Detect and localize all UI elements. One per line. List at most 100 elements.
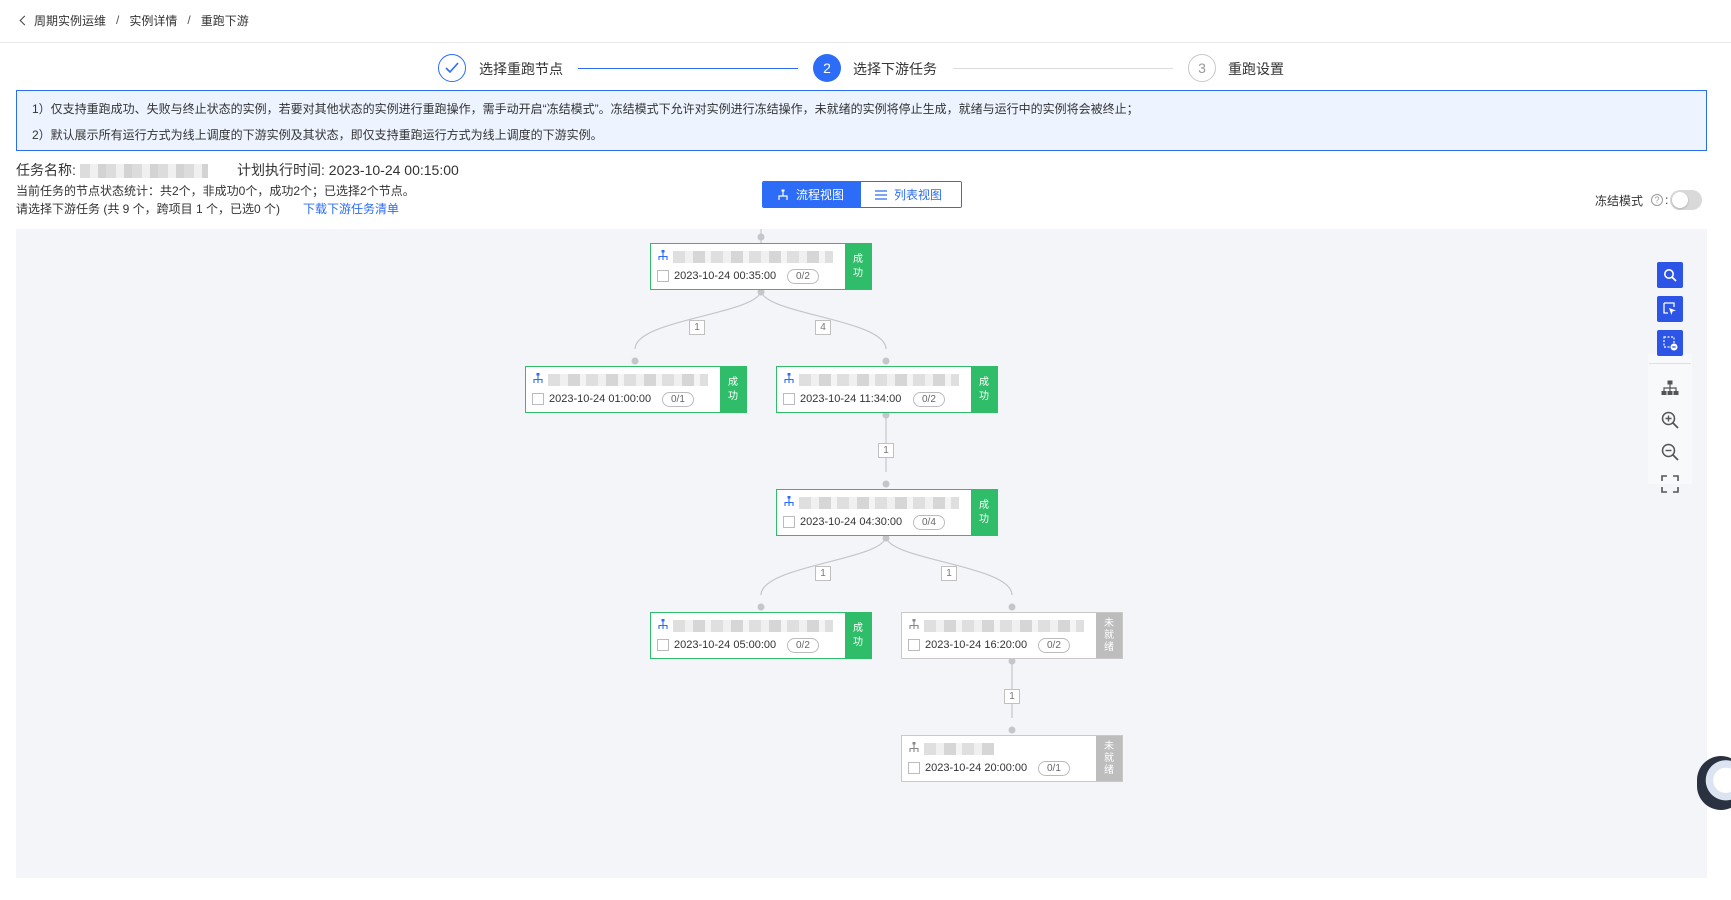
- notice-line-2: 2）默认展示所有运行方式为线上调度的下游实例及其状态，即仅支持重跑运行方式为线上…: [32, 128, 603, 142]
- node-time: 2023-10-24 05:00:00: [674, 639, 777, 651]
- assistant-robot-icon[interactable]: [1697, 756, 1731, 810]
- step-connector-1: [578, 68, 798, 69]
- flow-canvas[interactable]: 1 4 1 1 1 1 2023-10-24 00:35:00 0/2 成功 2…: [16, 229, 1707, 878]
- node-count-badge: 0/2: [913, 392, 945, 407]
- breadcrumb-item-cycle-ops[interactable]: 周期实例运维: [34, 12, 106, 29]
- node-checkbox[interactable]: [657, 639, 669, 651]
- zoom-in-icon[interactable]: [1657, 407, 1683, 433]
- task-tree-icon: [784, 496, 794, 506]
- node-time: 2023-10-24 16:20:00: [925, 639, 1028, 651]
- breadcrumb-item-instance-detail[interactable]: 实例详情: [129, 12, 177, 29]
- toolbar-divider: [1649, 363, 1691, 364]
- task-tree-icon: [909, 742, 919, 752]
- node-count-badge: 0/2: [787, 638, 819, 653]
- freeze-mode: 冻结模式 ?:: [1595, 190, 1703, 210]
- breadcrumb: 周期实例运维 / 实例详情 / 重跑下游: [16, 9, 249, 31]
- task-name-label: 任务名称:: [16, 162, 76, 178]
- task-name-redacted: [924, 620, 1084, 632]
- node-status-badge: 未就绪: [1096, 613, 1122, 658]
- task-node[interactable]: 2023-10-24 20:00:00 0/1 未就绪: [901, 735, 1123, 782]
- edge-label-n1-n3: 4: [815, 320, 831, 335]
- node-checkbox[interactable]: [908, 639, 920, 651]
- node-time: 2023-10-24 00:35:00: [674, 270, 777, 282]
- node-status-badge: 未就绪: [1096, 736, 1122, 781]
- task-tree-icon: [533, 373, 543, 383]
- node-time: 2023-10-24 04:30:00: [800, 516, 903, 528]
- step-1-check-icon: [438, 54, 466, 82]
- node-time: 2023-10-24 20:00:00: [925, 762, 1028, 774]
- task-name: 任务名称:: [16, 160, 212, 180]
- task-node[interactable]: 2023-10-24 00:35:00 0/2 成功: [650, 243, 872, 290]
- edge-label-n6-n7: 1: [1004, 689, 1020, 704]
- edge-label-n3-n4: 1: [878, 443, 894, 458]
- task-node[interactable]: 2023-10-24 01:00:00 0/1 成功: [525, 366, 747, 413]
- step-2-number: 2: [813, 54, 841, 82]
- freeze-mode-switch[interactable]: [1670, 190, 1703, 210]
- header-divider: [0, 42, 1731, 43]
- node-time: 2023-10-24 11:34:00: [800, 393, 902, 405]
- view-toggle: 流程视图 列表视图: [762, 181, 962, 208]
- edges-layer: [631, 229, 1016, 734]
- flow-view-button[interactable]: 流程视图: [763, 182, 861, 207]
- back-arrow-icon[interactable]: [16, 11, 34, 29]
- node-checkbox[interactable]: [783, 393, 795, 405]
- node-count-badge: 0/2: [787, 269, 819, 284]
- breadcrumb-separator: /: [187, 13, 191, 27]
- freeze-mode-label: 冻结模式: [1595, 193, 1644, 208]
- task-name-redacted: [799, 497, 959, 509]
- node-checkbox[interactable]: [532, 393, 544, 405]
- fullscreen-icon[interactable]: [1657, 471, 1683, 497]
- task-tree-icon: [909, 619, 919, 629]
- node-checkbox[interactable]: [908, 762, 920, 774]
- task-node[interactable]: 2023-10-24 16:20:00 0/2 未就绪: [901, 612, 1123, 659]
- select-cursor-icon[interactable]: [1657, 296, 1683, 322]
- node-count-badge: 0/1: [1038, 761, 1070, 776]
- plan-time-label: 计划执行时间:: [237, 162, 325, 178]
- node-status-badge: 成功: [971, 490, 997, 535]
- node-status-stats: 当前任务的节点状态统计：共2个，非成功0个，成功2个；已选择2个节点。: [16, 184, 415, 198]
- step-3-number: 3: [1188, 54, 1216, 82]
- task-name-redacted: [79, 164, 208, 179]
- node-status-badge: 成功: [720, 367, 746, 412]
- deselect-box-icon[interactable]: [1657, 330, 1683, 356]
- search-icon[interactable]: [1657, 262, 1683, 288]
- task-node[interactable]: 2023-10-24 04:30:00 0/4 成功: [776, 489, 998, 536]
- list-view-icon: [875, 189, 887, 200]
- task-tree-icon: [784, 373, 794, 383]
- task-name-redacted: [924, 743, 994, 755]
- notice-line-1: 1）仅支持重跑成功、失败与终止状态的实例，若要对其他状态的实例进行重跑操作，需手…: [32, 102, 1139, 116]
- plan-time-value: 2023-10-24 00:15:00: [328, 162, 459, 178]
- step-2-label: 选择下游任务: [853, 61, 937, 77]
- notice-box: 1）仅支持重跑成功、失败与终止状态的实例，若要对其他状态的实例进行重跑操作，需手…: [16, 90, 1707, 151]
- task-name-redacted: [799, 374, 959, 386]
- task-name-redacted: [548, 374, 708, 386]
- flow-view-icon: [778, 189, 788, 200]
- node-count-badge: 0/1: [662, 392, 694, 407]
- task-name-redacted: [673, 620, 833, 632]
- breadcrumb-separator: /: [116, 13, 120, 27]
- node-checkbox[interactable]: [783, 516, 795, 528]
- task-node[interactable]: 2023-10-24 11:34:00 0/2 成功: [776, 366, 998, 413]
- breadcrumb-item-current: 重跑下游: [200, 13, 249, 28]
- edge-label-n1-n2: 1: [689, 320, 705, 335]
- node-time: 2023-10-24 01:00:00: [549, 393, 652, 405]
- step-3-label: 重跑设置: [1228, 61, 1284, 77]
- help-icon[interactable]: ?: [1651, 194, 1664, 206]
- node-status-badge: 成功: [845, 244, 871, 289]
- page-root: 周期实例运维 / 实例详情 / 重跑下游 选择重跑节点 2 选择下游任务 3 重…: [0, 0, 1731, 900]
- task-plan-time: 计划执行时间: 2023-10-24 00:15:00: [237, 160, 459, 180]
- step-connector-2: [953, 68, 1173, 69]
- download-downstream-link[interactable]: 下载下游任务清单: [303, 200, 399, 217]
- node-checkbox[interactable]: [657, 270, 669, 282]
- zoom-out-icon[interactable]: [1657, 439, 1683, 465]
- hierarchy-layout-icon[interactable]: [1657, 375, 1683, 401]
- task-tree-icon: [658, 619, 668, 629]
- task-node[interactable]: 2023-10-24 05:00:00 0/2 成功: [650, 612, 872, 659]
- list-view-button[interactable]: 列表视图: [861, 182, 961, 207]
- select-downstream-hint: 请选择下游任务 (共 9 个，跨项目 1 个，已选0 个): [16, 202, 281, 216]
- node-status-badge: 成功: [845, 613, 871, 658]
- node-status-badge: 成功: [971, 367, 997, 412]
- list-view-label: 列表视图: [894, 188, 943, 202]
- node-count-badge: 0/4: [913, 515, 945, 530]
- node-count-badge: 0/2: [1038, 638, 1070, 653]
